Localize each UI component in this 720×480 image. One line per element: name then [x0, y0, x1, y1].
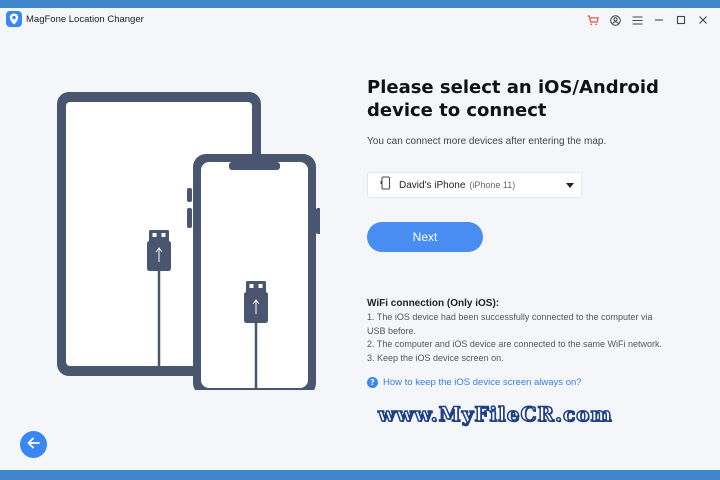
device-name: David's iPhone — [399, 179, 466, 191]
watermark: www.MyFileCR.com — [377, 401, 613, 427]
back-button[interactable] — [20, 431, 47, 458]
wifi-instruction-item: 2. The computer and iOS device are conne… — [367, 339, 662, 349]
wifi-instruction-item: 3. Keep the iOS device screen on. — [367, 352, 504, 363]
wifi-section-title: WiFi connection (Only iOS): — [367, 298, 500, 309]
help-link[interactable]: ? How to keep the iOS device screen alwa… — [367, 377, 582, 388]
menu-icon[interactable] — [628, 11, 646, 29]
page-subtitle: You can connect more devices after enter… — [367, 136, 607, 147]
app-window: MagFone Location Changer Please select a… — [0, 8, 720, 470]
cart-icon[interactable] — [584, 11, 602, 29]
app-title: MagFone Location Changer — [26, 14, 144, 25]
wifi-instructions: 1. The iOS device had been successfully … — [367, 311, 687, 365]
maximize-icon[interactable] — [672, 11, 690, 29]
question-icon: ? — [367, 377, 378, 388]
minimize-icon[interactable] — [650, 11, 668, 29]
wifi-instruction-item: 1. The iOS device had been successfully … — [367, 312, 653, 322]
account-icon[interactable] — [606, 11, 624, 29]
device-dropdown[interactable]: David's iPhone (iPhone 11) — [367, 172, 582, 198]
devices-illustration — [55, 90, 321, 396]
wifi-instruction-item: USB before. — [367, 325, 417, 336]
next-button[interactable]: Next — [367, 222, 483, 252]
help-link-text: How to keep the iOS device screen always… — [383, 377, 582, 388]
chevron-down-icon — [566, 183, 574, 188]
device-model: (iPhone 11) — [469, 180, 516, 190]
title-bar: MagFone Location Changer — [0, 8, 720, 32]
page-title: Please select an iOS/Android device to c… — [367, 77, 659, 121]
titlebar-controls — [584, 11, 712, 29]
close-icon[interactable] — [694, 11, 712, 29]
arrow-left-icon — [27, 436, 40, 454]
desktop-background: MagFone Location Changer Please select a… — [0, 0, 720, 480]
phone-icon — [380, 176, 391, 195]
phone-illustration — [187, 154, 321, 396]
app-logo-icon — [6, 11, 22, 27]
